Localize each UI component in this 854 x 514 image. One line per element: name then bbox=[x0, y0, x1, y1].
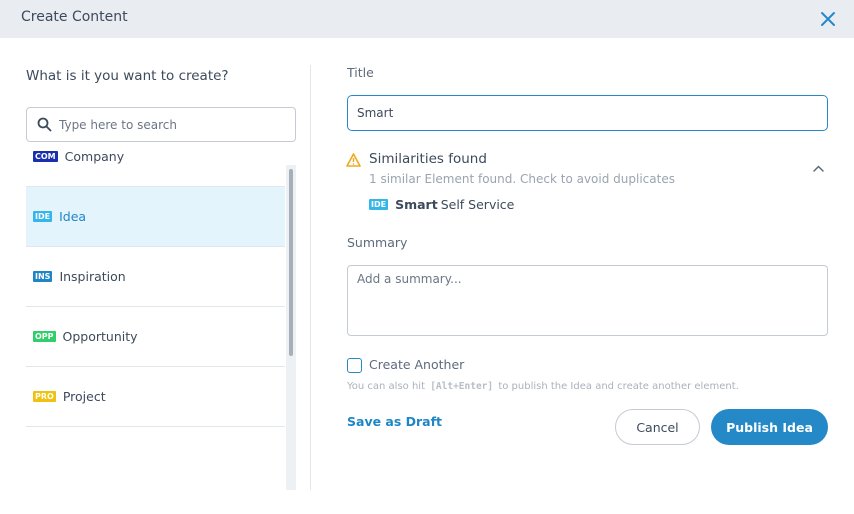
list-item-label: Inspiration bbox=[59, 269, 126, 284]
summary-label: Summary bbox=[347, 235, 408, 250]
hint-after: to publish the Idea and create another e… bbox=[498, 381, 739, 392]
close-button[interactable] bbox=[818, 9, 838, 29]
list-item-company[interactable]: COM Company bbox=[26, 127, 285, 187]
similar-element-link[interactable]: IDE Smart Self Service bbox=[369, 197, 514, 212]
panel-divider bbox=[310, 65, 311, 490]
similarities-heading: Similarities found bbox=[369, 151, 487, 167]
publish-idea-button[interactable]: Publish Idea bbox=[711, 409, 828, 445]
inspiration-badge: INS bbox=[33, 271, 53, 282]
list-item-label: Company bbox=[64, 149, 125, 164]
similar-element-rest: Self Service bbox=[440, 197, 515, 212]
type-selector-heading: What is it you want to create? bbox=[26, 68, 229, 84]
list-item-opportunity[interactable]: OPP Opportunity bbox=[26, 307, 285, 367]
idea-badge: IDE bbox=[369, 199, 389, 210]
idea-badge: IDE bbox=[33, 211, 53, 222]
cancel-button[interactable]: Cancel bbox=[615, 409, 700, 445]
hint-before: You can also hit bbox=[347, 381, 426, 392]
company-badge: COM bbox=[33, 151, 58, 162]
scrollbar-thumb[interactable] bbox=[289, 169, 293, 356]
create-another-checkbox[interactable] bbox=[347, 358, 362, 373]
similar-element-match: Smart bbox=[395, 197, 438, 212]
create-another-label[interactable]: Create Another bbox=[369, 357, 464, 372]
chevron-up-icon[interactable] bbox=[812, 164, 825, 174]
keyboard-hint: You can also hit [Alt+Enter] to publish … bbox=[347, 381, 739, 392]
content-type-list: COM Company IDE Idea INS Inspiration OPP Opport… bbox=[26, 127, 285, 451]
list-item-inspiration[interactable]: INS Inspiration bbox=[26, 247, 285, 307]
dialog-title: Create Content bbox=[21, 9, 128, 25]
save-as-draft-link[interactable]: Save as Draft bbox=[347, 414, 442, 429]
dialog-header: Create Content bbox=[0, 0, 854, 38]
list-item-label: Opportunity bbox=[62, 329, 138, 344]
list-item-project[interactable]: PRO Project bbox=[26, 367, 285, 427]
list-item-idea[interactable]: IDE Idea bbox=[26, 187, 285, 247]
summary-textarea[interactable] bbox=[347, 265, 828, 336]
list-item-label: Idea bbox=[59, 209, 87, 224]
close-icon bbox=[821, 12, 835, 26]
project-badge: PRO bbox=[33, 391, 56, 402]
title-input[interactable] bbox=[347, 95, 828, 131]
list-item-label: Project bbox=[62, 389, 106, 404]
opportunity-badge: OPP bbox=[33, 331, 56, 342]
title-label: Title bbox=[347, 65, 374, 80]
similarities-subtitle: 1 similar Element found. Check to avoid … bbox=[369, 172, 675, 186]
warning-icon bbox=[346, 153, 361, 167]
hint-key: [Alt+Enter] bbox=[430, 381, 494, 392]
